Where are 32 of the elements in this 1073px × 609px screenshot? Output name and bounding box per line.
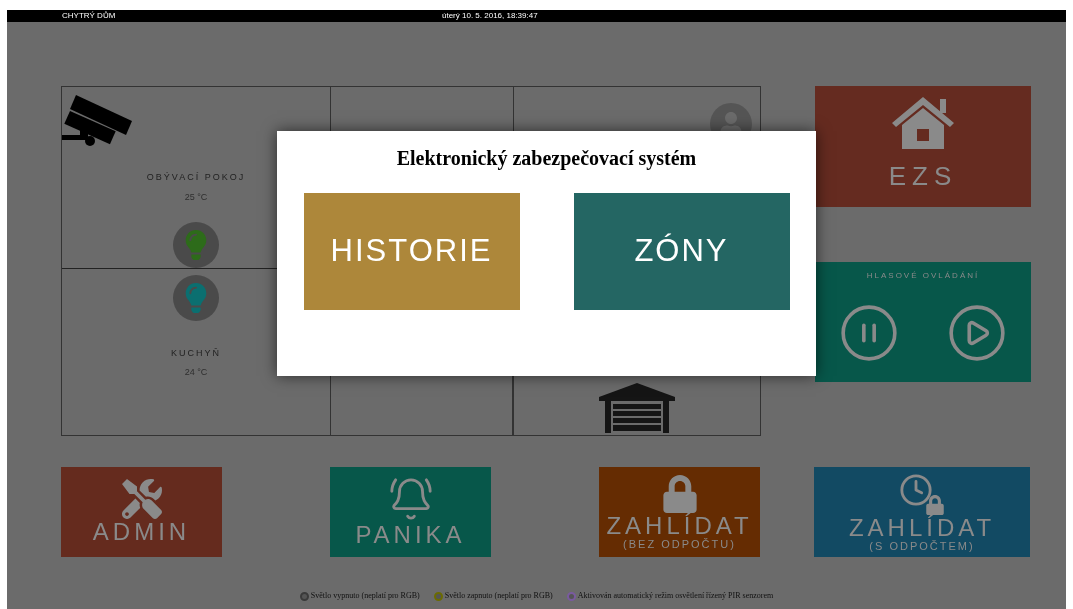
room-name: KUCHYŇ [171,347,221,360]
modal-button[interactable]: ZÓNY [573,193,790,310]
garage-icon [599,383,675,433]
clock-lock-icon [899,472,945,515]
app-title: CHYTRÝ DŮM [62,12,117,20]
action-tile[interactable]: PANIKA [330,467,491,557]
tile-title: HLASOVÉ OVLÁDÁNÍ [866,270,980,282]
padlock-icon [660,474,699,513]
light-bulb-button[interactable] [173,275,219,321]
tile-label: ZAHLÍDAT [606,512,753,539]
tile-label: ZAHLÍDAT [848,514,996,541]
play-button[interactable] [946,302,1008,364]
legend-text: Světlo vypnuto (neplatí pro RGB) [310,590,420,602]
room-name: OBÝVACÍ POKOJ [146,171,246,184]
tile-sublabel: (BEZ ODPOČTU) [623,538,736,550]
tools-icon [121,479,162,519]
action-tile[interactable]: ZAHLÍDAT (BEZ ODPOČTU) [599,467,760,557]
date-time: úterý 10. 5. 2016, 18:39:47 [442,12,538,20]
action-tile[interactable]: ADMIN [61,467,222,557]
bell-icon [387,476,434,522]
ezs-tile[interactable]: EZS [815,86,1031,207]
tile-label: PANIKA [355,522,466,548]
tile-sublabel: (S ODPOČTEM) [869,540,975,552]
modal-title: Elektronický zabezpečovací systém [396,146,697,172]
pause-button[interactable] [838,302,900,364]
tile-label: EZS [888,160,958,193]
tile-label: ADMIN [92,519,191,545]
modal-button[interactable]: HISTORIE [303,193,520,310]
light-bulb-button[interactable] [173,222,219,268]
action-tile[interactable]: ZAHLÍDAT (S ODPOČTEM) [814,467,1030,557]
legend-text: Světlo zapnuto (neplatí pro RGB) [444,590,553,602]
legend-text: Aktivován automatický režim osvětlení řízený PIR senzorem [577,590,774,602]
